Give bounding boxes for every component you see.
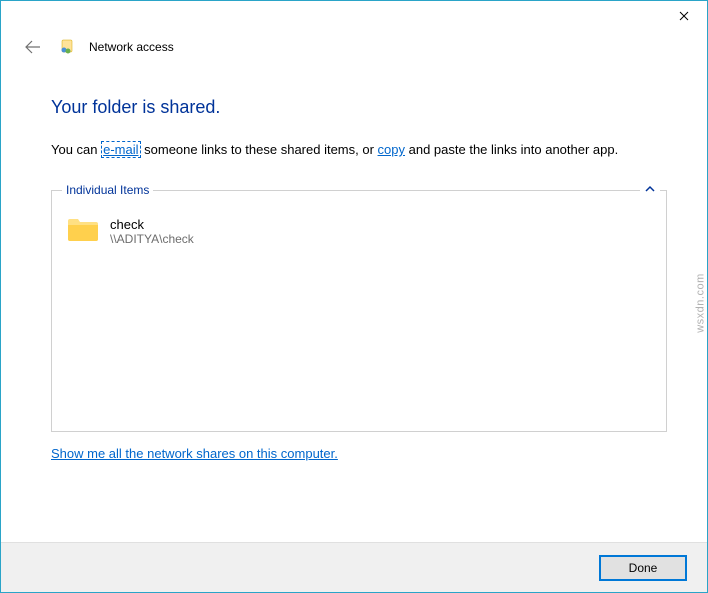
group-legend: Individual Items	[62, 183, 153, 197]
chevron-up-icon	[644, 183, 656, 195]
desc-suffix: and paste the links into another app.	[405, 142, 618, 157]
shared-item-row[interactable]: check \\ADITYA\check	[52, 191, 666, 246]
individual-items-group: Individual Items check \\ADITYA\check	[51, 190, 667, 432]
page-heading: Your folder is shared.	[51, 97, 667, 118]
folder-icon	[66, 215, 100, 243]
content-area: Your folder is shared. You can e-mail so…	[1, 67, 707, 461]
back-arrow-icon	[25, 39, 41, 55]
network-access-icon	[59, 39, 75, 55]
desc-prefix: You can	[51, 142, 101, 157]
show-all-shares-link[interactable]: Show me all the network shares on this c…	[51, 446, 338, 461]
footer: Done	[1, 542, 707, 592]
description-text: You can e-mail someone links to these sh…	[51, 140, 667, 160]
back-button[interactable]	[21, 35, 45, 59]
close-button[interactable]	[661, 1, 707, 31]
close-icon	[679, 11, 689, 21]
window-title: Network access	[89, 40, 174, 54]
header-row: Network access	[1, 31, 707, 67]
item-name: check	[110, 217, 194, 232]
titlebar	[1, 1, 707, 31]
desc-mid: someone links to these shared items, or	[141, 142, 378, 157]
copy-link[interactable]: copy	[378, 142, 405, 157]
collapse-toggle[interactable]	[640, 183, 660, 198]
email-link[interactable]: e-mail	[101, 141, 140, 158]
item-path: \\ADITYA\check	[110, 232, 194, 246]
item-texts: check \\ADITYA\check	[110, 215, 194, 246]
done-button[interactable]: Done	[599, 555, 687, 581]
watermark: wsxdn.com	[695, 273, 707, 333]
